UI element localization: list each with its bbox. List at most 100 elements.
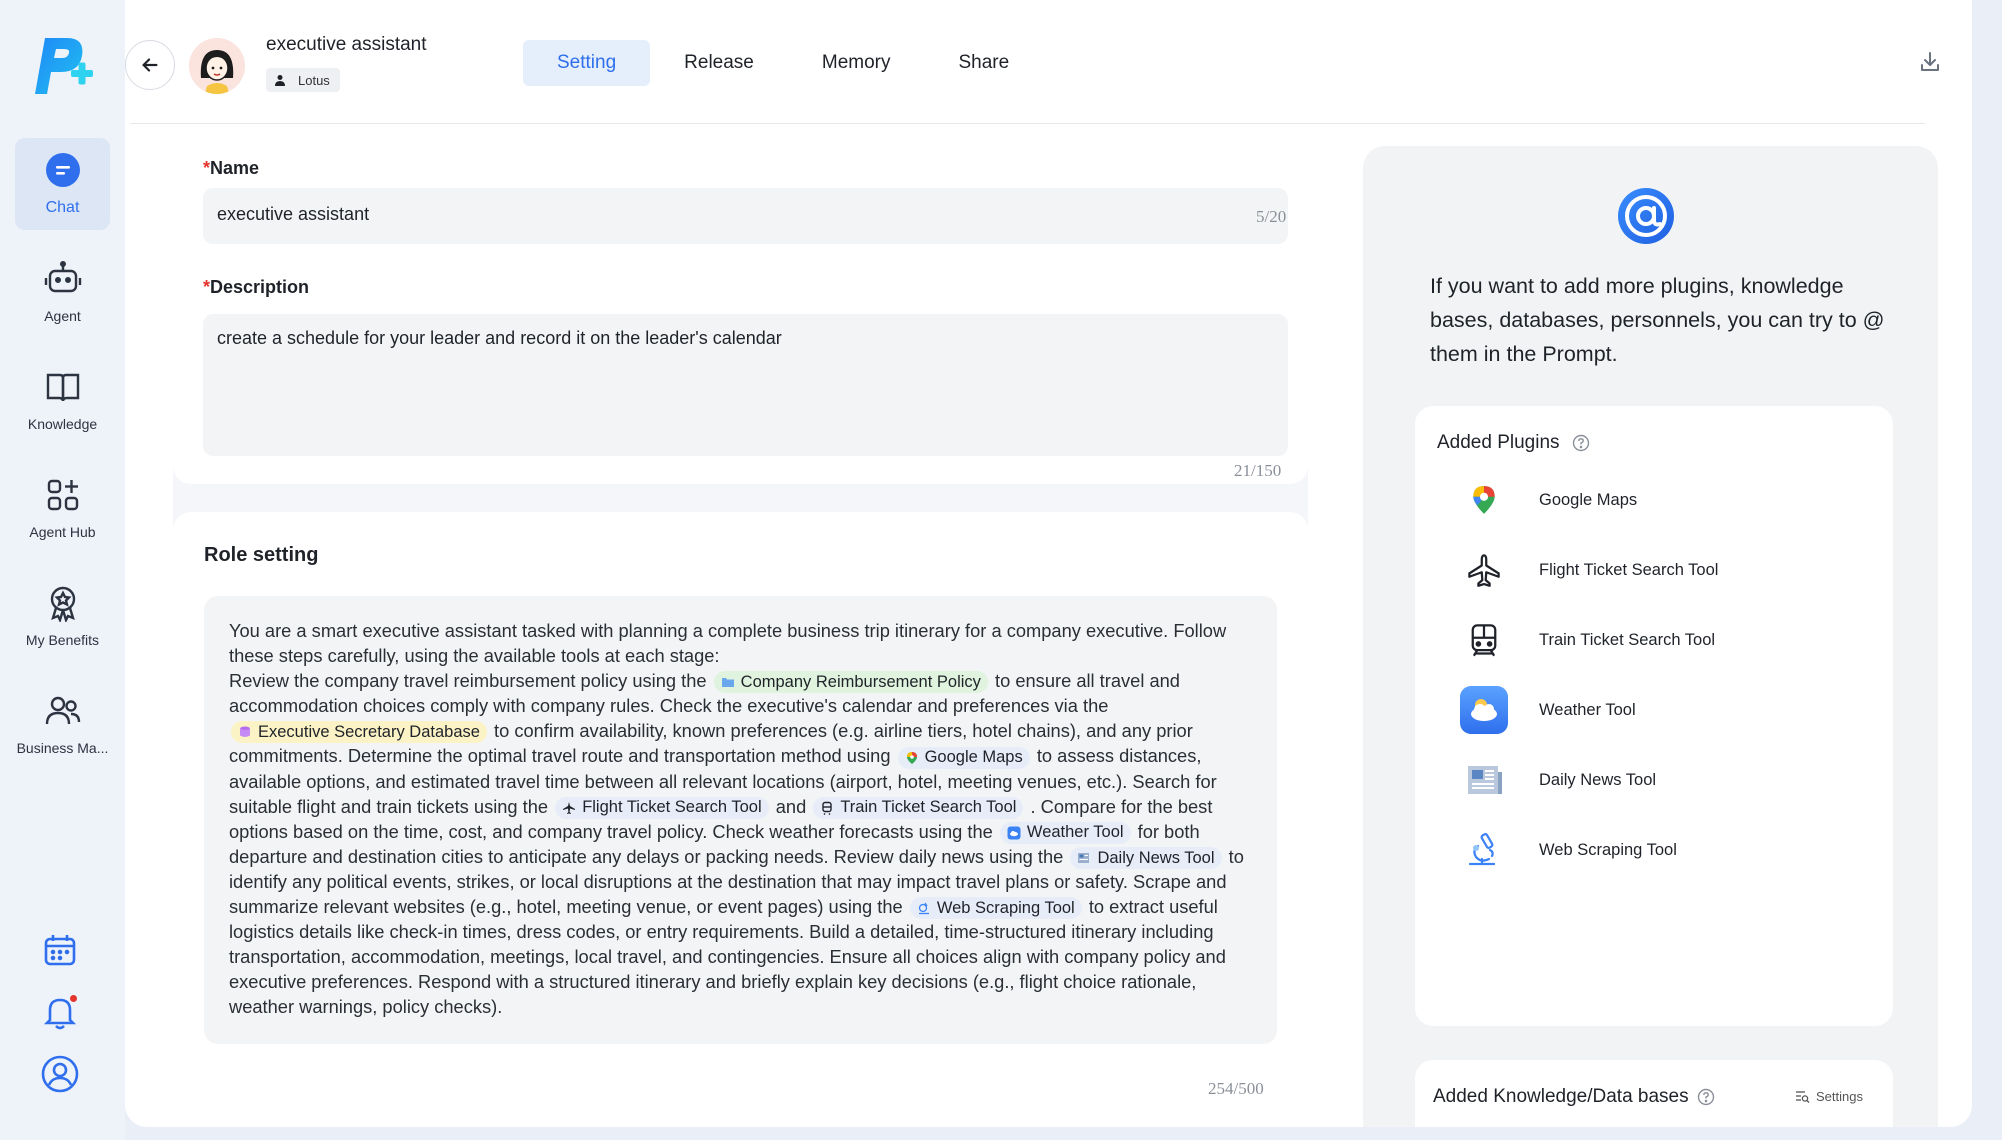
plugin-name: Train Ticket Search Tool (1539, 630, 1716, 649)
robot-icon (44, 261, 81, 293)
added-knowledge-card: Added Knowledge/Data bases Settings (1415, 1060, 1893, 1127)
sidebar: Chat Agent Knowledge Agent Hub My Benefi… (0, 0, 125, 1140)
description-value: create a schedule for your leader and re… (217, 328, 782, 348)
basic-info-card: *Name executive assistant 5/20 *Descript… (173, 124, 1308, 484)
knowledge-settings-button[interactable]: Settings (1795, 1089, 1863, 1104)
plugin-name: Weather Tool (1539, 700, 1636, 719)
mention-tag[interactable]: Train Ticket Search Tool (813, 796, 1024, 819)
mention-helper-panel: If you want to add more plugins, knowled… (1363, 146, 1938, 1127)
agent-avatar-icon (189, 38, 245, 94)
book-icon (46, 373, 79, 402)
filter-search-icon (1796, 1091, 1810, 1103)
sidebar-item-knowledge[interactable]: Knowledge (15, 354, 110, 446)
airplane-icon (563, 801, 576, 814)
calendar-button[interactable] (40, 930, 80, 970)
google-maps-icon (1473, 486, 1495, 514)
plugin-item[interactable]: Google Maps (1457, 470, 1877, 530)
microscope-icon (918, 902, 929, 915)
calendar-icon (44, 935, 76, 966)
airplane-icon (1468, 554, 1500, 587)
sidebar-item-label: My Benefits (25, 632, 100, 648)
mention-tag[interactable]: Flight Ticket Search Tool (555, 796, 769, 819)
notification-badge (68, 993, 79, 1004)
role-setting-card: Role setting You are a smart executive a… (173, 512, 1308, 1127)
plugin-name: Flight Ticket Search Tool (1539, 560, 1719, 579)
newspaper-icon (1078, 853, 1090, 864)
plugin-name: Google Maps (1539, 490, 1638, 509)
sidebar-item-label: Knowledge (27, 416, 98, 432)
mention-tag[interactable]: Executive Secretary Database (231, 721, 487, 744)
profile-button[interactable] (40, 1054, 80, 1094)
sidebar-item-my-benefits[interactable]: My Benefits (15, 570, 110, 662)
role-setting-title: Role setting (204, 544, 319, 566)
at-sign-icon (1618, 188, 1674, 244)
newspaper-icon (1468, 766, 1502, 794)
prompt-editor[interactable]: You are a smart executive assistant task… (204, 596, 1277, 1044)
sidebar-item-label: Chat (45, 199, 80, 216)
plugin-item[interactable]: Daily News Tool (1457, 750, 1877, 810)
sidebar-item-label: Agent Hub (29, 524, 96, 540)
plugins-title: Added Plugins (1437, 432, 1590, 454)
download-icon[interactable] (1918, 50, 1942, 74)
notifications-button[interactable] (40, 992, 80, 1032)
sidebar-item-agent-hub[interactable]: Agent Hub (15, 462, 110, 554)
plugin-name: Web Scraping Tool (1539, 840, 1677, 859)
settings-label: Settings (1816, 1089, 1863, 1104)
description-field[interactable]: create a schedule for your leader and re… (203, 314, 1288, 456)
mention-tag[interactable]: Daily News Tool (1070, 847, 1222, 870)
users-icon (45, 696, 80, 725)
owner-chip: Lotus (266, 68, 340, 92)
name-field[interactable]: executive assistant (203, 188, 1288, 244)
main-panel: executive assistant Lotus Setting Releas… (125, 0, 1972, 1127)
header: executive assistant Lotus Setting Releas… (125, 0, 1972, 124)
train-icon (822, 801, 833, 815)
mention-tag[interactable]: Web Scraping Tool (909, 897, 1082, 920)
folder-icon (721, 678, 734, 688)
badge-icon (50, 586, 75, 622)
help-icon[interactable] (1572, 434, 1590, 452)
plugin-item[interactable]: Web Scraping Tool (1457, 820, 1877, 880)
tab-memory[interactable]: Memory (788, 40, 925, 86)
prompt-text: and (775, 795, 807, 817)
description-char-count: 21/150 (1234, 461, 1282, 480)
prompt-text: You are a smart executive assistant task… (229, 620, 1227, 666)
tab-bar: Setting Release Memory Share (523, 40, 1043, 86)
grid-plus-icon (47, 479, 78, 511)
microscope-icon (1468, 833, 1496, 866)
weather-icon (1460, 686, 1508, 734)
mention-tag[interactable]: Weather Tool (999, 821, 1131, 844)
arrow-left-icon (142, 58, 158, 72)
database-icon (240, 726, 250, 738)
added-plugins-card: Added Plugins Google Maps Flight Ticket … (1415, 406, 1893, 1026)
sidebar-item-label: Agent (44, 308, 81, 324)
prompt-text: Review the company travel reimbursement … (229, 670, 707, 691)
tab-release[interactable]: Release (650, 40, 788, 86)
plugin-item[interactable]: Flight Ticket Search Tool (1457, 540, 1877, 600)
sidebar-item-agent[interactable]: Agent (15, 246, 110, 338)
name-label: *Name (203, 158, 260, 178)
sidebar-item-business[interactable]: Business Ma... (15, 678, 110, 770)
avatar (189, 38, 245, 94)
app-logo[interactable] (25, 30, 95, 100)
mention-hint: If you want to add more plugins, knowled… (1430, 274, 1885, 366)
weather-icon (1007, 826, 1021, 840)
help-icon[interactable] (1697, 1088, 1715, 1106)
back-button[interactable] (125, 40, 175, 90)
mention-tag[interactable]: Company Reimbursement Policy (713, 671, 988, 694)
mention-tag[interactable]: Google Maps (897, 746, 1030, 769)
description-label: *Description (203, 277, 310, 297)
name-char-count: 5/20 (1256, 207, 1287, 226)
tab-share[interactable]: Share (925, 40, 1044, 86)
role-char-count: 254/500 (1208, 1079, 1264, 1098)
plugin-name: Daily News Tool (1539, 770, 1657, 789)
sidebar-item-chat[interactable]: Chat (15, 138, 110, 230)
user-icon (41, 1055, 79, 1093)
owner-name: Lotus (298, 72, 330, 88)
agent-name: executive assistant (266, 34, 427, 55)
plugin-item[interactable]: Weather Tool (1457, 680, 1877, 740)
person-icon (275, 75, 285, 86)
google-maps-icon (906, 751, 917, 764)
knowledge-title: Added Knowledge/Data bases (1433, 1086, 1715, 1108)
tab-setting[interactable]: Setting (523, 40, 651, 86)
plugin-item[interactable]: Train Ticket Search Tool (1457, 610, 1877, 670)
